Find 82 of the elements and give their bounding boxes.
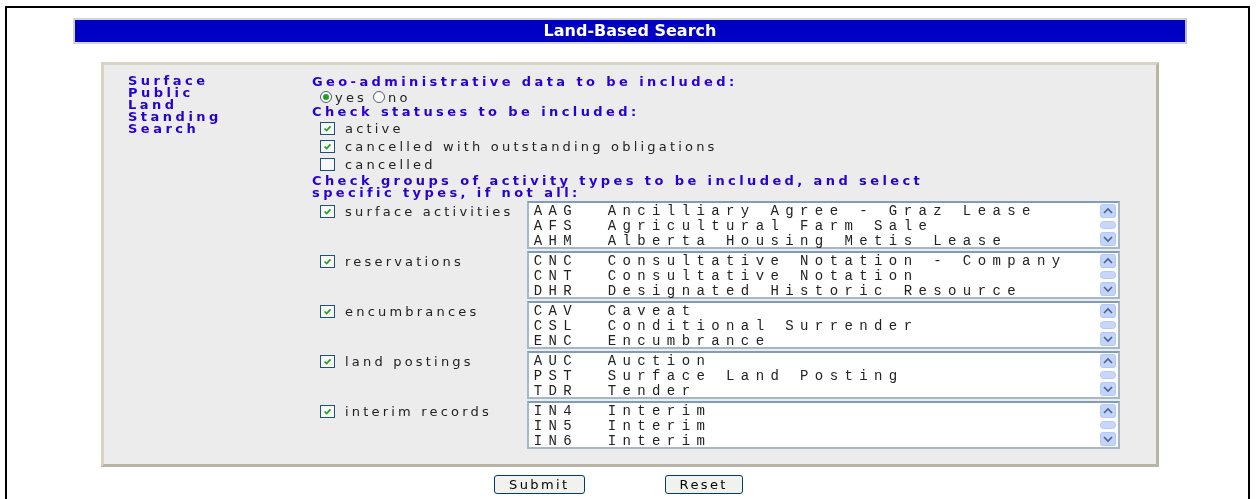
scroll-thumb[interactable] — [1100, 371, 1116, 379]
option-name[interactable]: Auction — [607, 354, 712, 369]
section-label: Surface Public Land Standing Search — [128, 75, 223, 138]
option-name[interactable]: Alberta Housing Metis Lease — [607, 234, 1008, 249]
checkmark-icon — [322, 356, 333, 367]
option-code[interactable]: CNT — [533, 269, 608, 284]
scroll-down-icon[interactable] — [1100, 382, 1116, 396]
section-heading: Geo-administrative data to be included: — [312, 75, 739, 89]
checkbox-label: interim records — [345, 405, 492, 419]
scroll-up-icon[interactable] — [1100, 304, 1116, 318]
checkbox-label: cancelled with outstanding obligations — [345, 138, 718, 154]
checkbox-label: cancelled — [345, 156, 436, 172]
option-name[interactable]: Conditional Surrender — [607, 319, 919, 334]
page-title: Land-Based Search — [73, 18, 1187, 44]
option-code[interactable]: IN5 — [533, 419, 608, 434]
scroll-thumb[interactable] — [1100, 271, 1116, 279]
checkmark-icon — [322, 406, 333, 417]
option-name[interactable]: Agricultural Farm Sale — [607, 219, 934, 234]
option-code[interactable]: DHR — [533, 284, 608, 299]
option-code[interactable]: CNC — [533, 254, 608, 269]
checkbox[interactable] — [320, 139, 335, 153]
option-name[interactable]: Consultative Notation — [607, 269, 919, 284]
option-code[interactable]: ENC — [533, 334, 608, 349]
option-code[interactable]: AAG — [533, 204, 608, 219]
option-name[interactable]: Designated Historic Resource — [607, 284, 1023, 299]
scroll-down-icon[interactable] — [1100, 432, 1116, 446]
option-name[interactable]: Caveat — [607, 304, 697, 319]
checkbox[interactable] — [320, 157, 335, 171]
checkbox[interactable] — [320, 255, 335, 268]
checkbox[interactable] — [320, 121, 335, 135]
section-heading: Check statuses to be included: — [312, 105, 641, 119]
checkbox[interactable] — [320, 205, 335, 218]
list-box[interactable]: AAG Ancilliary Agree - Graz Lease AFS Agricultural Farm Sale AHM Alberta Housing Metis Lease — [526, 201, 1120, 249]
option-code[interactable]: IN4 — [533, 404, 608, 419]
option-name[interactable]: Interim — [607, 419, 712, 434]
option-name[interactable]: Surface Land Posting — [607, 369, 904, 384]
scroll-thumb[interactable] — [1100, 421, 1116, 429]
option-code[interactable]: PST — [533, 369, 608, 384]
option-name[interactable]: Interim — [607, 434, 712, 449]
form-button[interactable]: Reset — [664, 475, 743, 494]
scroll-thumb[interactable] — [1100, 221, 1116, 229]
option-name[interactable]: Encumbrance — [607, 334, 771, 349]
option-code[interactable]: TDR — [533, 384, 608, 399]
option-code[interactable]: AUC — [533, 354, 608, 369]
section-heading: Check groups of activity types to be included, and select specific types, if not all: — [312, 175, 925, 199]
checkmark-icon — [322, 306, 333, 317]
list-box[interactable]: CNC Consultative Notation - Company CNT Consultative Notation DHR Designated Historic Resource — [526, 251, 1120, 299]
scroll-down-icon[interactable] — [1100, 232, 1116, 246]
radio-label: yes — [335, 89, 368, 105]
checkbox[interactable] — [320, 355, 335, 368]
checkbox-label: surface activities — [345, 205, 514, 219]
list-box[interactable]: CAV Caveat CSL Conditional Surrender ENC Encumbrance — [526, 301, 1120, 349]
option-code[interactable]: CSL — [533, 319, 608, 334]
scroll-up-icon[interactable] — [1100, 354, 1116, 368]
option-name[interactable]: Ancilliary Agree - Graz Lease — [607, 204, 1037, 219]
option-code[interactable]: AHM — [533, 234, 608, 249]
option-code[interactable]: IN6 — [533, 434, 608, 449]
checkmark-icon — [322, 206, 333, 217]
radio-label: no — [388, 89, 411, 105]
scroll-up-icon[interactable] — [1100, 404, 1116, 418]
checkbox[interactable] — [320, 305, 335, 318]
checkmark-icon — [322, 256, 333, 267]
option-name[interactable]: Tender — [607, 384, 697, 399]
list-box[interactable]: AUC Auction PST Surface Land Posting TDR Tender — [526, 351, 1120, 399]
scroll-down-icon[interactable] — [1100, 332, 1116, 346]
option-code[interactable]: CAV — [533, 304, 608, 319]
checkbox-label: active — [345, 120, 404, 136]
option-name[interactable]: Interim — [607, 404, 712, 419]
scroll-up-icon[interactable] — [1100, 204, 1116, 218]
option-code[interactable]: AFS — [533, 219, 608, 234]
radio-button[interactable] — [320, 91, 332, 103]
list-box[interactable]: IN4 Interim IN5 Interim IN6 Interim — [526, 401, 1120, 449]
option-name[interactable]: Consultative Notation - Company — [607, 254, 1067, 269]
checkbox[interactable] — [320, 405, 335, 418]
checkbox-label: reservations — [345, 255, 464, 269]
scroll-down-icon[interactable] — [1100, 282, 1116, 296]
form-button[interactable]: Submit — [494, 475, 585, 494]
scroll-thumb[interactable] — [1100, 321, 1116, 329]
radio-button[interactable] — [373, 91, 386, 103]
checkbox-label: encumbrances — [345, 305, 480, 319]
scroll-up-icon[interactable] — [1100, 254, 1116, 268]
checkbox-label: land postings — [345, 355, 474, 369]
